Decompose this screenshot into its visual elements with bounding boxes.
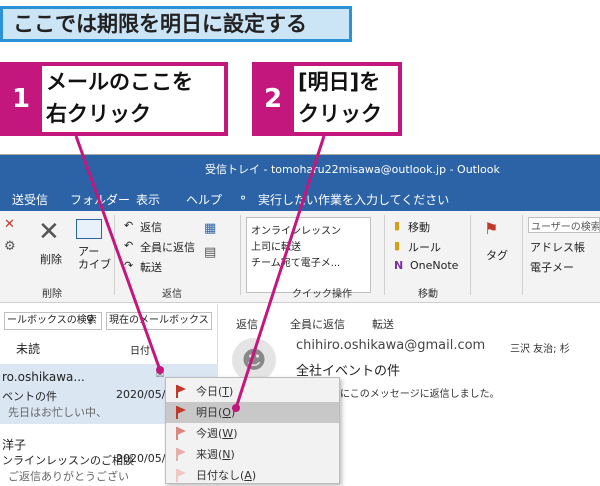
step-2-pointer [234, 135, 326, 409]
step-1-pointer [74, 135, 162, 371]
step-1-pointer-dot [156, 366, 164, 374]
callout-pointers [74, 135, 326, 412]
step-2-pointer-dot [232, 404, 240, 412]
